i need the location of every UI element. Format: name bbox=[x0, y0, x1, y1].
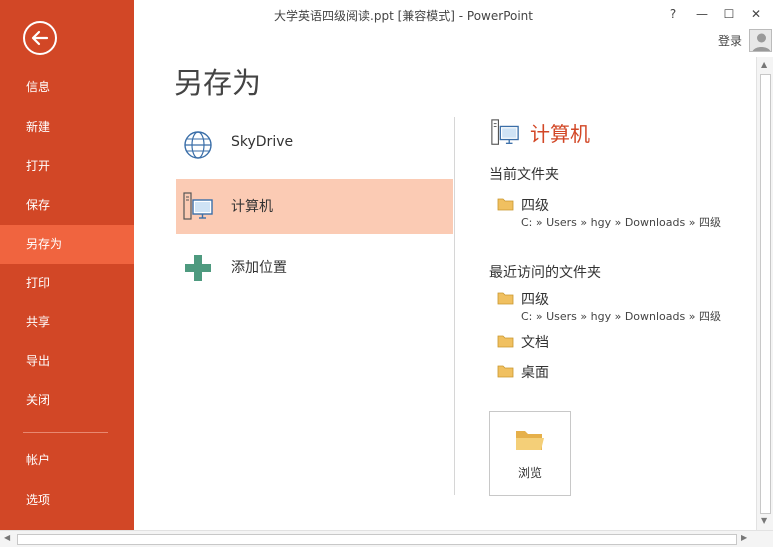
maximize-button[interactable]: ☐ bbox=[720, 5, 738, 23]
plus-icon bbox=[185, 255, 211, 281]
scroll-up-icon[interactable]: ▲ bbox=[761, 60, 767, 69]
folder-icon bbox=[497, 198, 514, 211]
sidebar-item-info[interactable]: 信息 bbox=[0, 68, 134, 107]
browse-button[interactable]: 浏览 bbox=[489, 411, 571, 496]
sidebar-item-close[interactable]: 关闭 bbox=[0, 381, 134, 420]
computer-icon bbox=[183, 192, 213, 220]
close-button[interactable]: ✕ bbox=[747, 5, 765, 23]
backstage-sidebar: 信息 新建 打开 保存 另存为 打印 共享 导出 关闭 帐户 选项 bbox=[0, 0, 134, 530]
sidebar-item-save-as[interactable]: 另存为 bbox=[0, 225, 134, 264]
place-label: 计算机 bbox=[231, 199, 273, 215]
folder-icon bbox=[497, 335, 514, 348]
backstage-save-as-view: 信息 新建 打开 保存 另存为 打印 共享 导出 关闭 帐户 选项 大学英语四级… bbox=[0, 0, 773, 547]
place-label: 添加位置 bbox=[231, 260, 287, 276]
place-add-location[interactable]: 添加位置 bbox=[176, 240, 453, 295]
sidebar-item-options[interactable]: 选项 bbox=[0, 481, 134, 520]
folder-open-icon bbox=[516, 431, 544, 450]
avatar[interactable] bbox=[749, 29, 772, 52]
place-label: SkyDrive bbox=[231, 134, 294, 150]
place-skydrive[interactable]: SkyDrive bbox=[176, 117, 453, 172]
folder-icon bbox=[497, 292, 514, 305]
login-link[interactable]: 登录 bbox=[718, 32, 742, 49]
sidebar-item-print[interactable]: 打印 bbox=[0, 264, 134, 303]
scroll-right-icon[interactable]: ▶ bbox=[741, 533, 747, 542]
help-button[interactable]: ? bbox=[664, 5, 682, 23]
recent-folders-heading: 最近访问的文件夹 bbox=[489, 265, 601, 281]
vertical-scrollbar[interactable]: ▲ ▼ bbox=[756, 57, 773, 530]
globe-icon bbox=[184, 131, 212, 159]
current-folder-heading: 当前文件夹 bbox=[489, 167, 559, 183]
sidebar-item-open[interactable]: 打开 bbox=[0, 147, 134, 186]
scroll-thumb[interactable] bbox=[17, 534, 737, 545]
page-title: 另存为 bbox=[174, 66, 262, 100]
right-pane-title: 计算机 bbox=[530, 122, 590, 146]
back-button[interactable] bbox=[23, 21, 57, 55]
minimize-button[interactable]: — bbox=[693, 5, 711, 23]
sidebar-item-account[interactable]: 帐户 bbox=[0, 441, 134, 480]
folder-name: 桌面 bbox=[521, 365, 549, 381]
scroll-left-icon[interactable]: ◀ bbox=[4, 533, 10, 542]
computer-icon bbox=[491, 119, 519, 145]
folder-icon bbox=[497, 365, 514, 378]
sidebar-item-new[interactable]: 新建 bbox=[0, 108, 134, 147]
arrow-left-icon bbox=[31, 30, 49, 46]
scroll-thumb[interactable] bbox=[760, 74, 771, 514]
user-icon bbox=[752, 33, 771, 51]
title-bar: 大学英语四级阅读.ppt [兼容模式] - PowerPoint ? — ☐ ✕ bbox=[134, 0, 773, 28]
folder-path: C: » Users » hgy » Downloads » 四级 bbox=[521, 310, 721, 323]
sidebar-item-share[interactable]: 共享 bbox=[0, 303, 134, 342]
place-computer[interactable]: 计算机 bbox=[176, 179, 453, 234]
sidebar-item-save[interactable]: 保存 bbox=[0, 186, 134, 225]
folder-name: 四级 bbox=[521, 198, 549, 214]
browse-label: 浏览 bbox=[517, 466, 542, 480]
folder-name: 文档 bbox=[521, 335, 549, 351]
horizontal-scrollbar[interactable]: ◀ ▶ bbox=[0, 530, 773, 547]
folder-name: 四级 bbox=[521, 292, 549, 308]
folder-path: C: » Users » hgy » Downloads » 四级 bbox=[521, 216, 721, 229]
scroll-down-icon[interactable]: ▼ bbox=[761, 516, 767, 525]
sidebar-item-export[interactable]: 导出 bbox=[0, 342, 134, 381]
sidebar-divider bbox=[23, 432, 108, 433]
panel-divider bbox=[454, 117, 455, 495]
